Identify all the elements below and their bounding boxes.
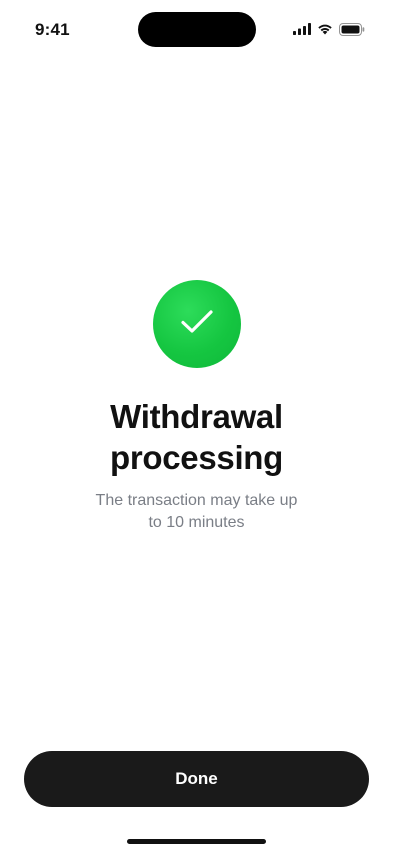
status-time: 9:41: [35, 20, 70, 39]
dynamic-island: [138, 12, 256, 47]
checkmark-icon: [180, 309, 214, 340]
status-bar: 9:41: [0, 0, 393, 54]
home-indicator[interactable]: [127, 839, 266, 844]
status-icons: [293, 21, 365, 37]
success-block: Withdrawal processing The transaction ma…: [0, 280, 393, 534]
cellular-signal-icon: [293, 23, 311, 35]
done-button[interactable]: Done: [24, 751, 369, 807]
page-title: Withdrawal processing: [109, 398, 284, 476]
success-badge: [152, 280, 241, 368]
page-subtitle: The transaction may take up to 10 minute…: [95, 492, 298, 531]
battery-icon: [339, 22, 365, 36]
wifi-icon: [317, 23, 333, 35]
